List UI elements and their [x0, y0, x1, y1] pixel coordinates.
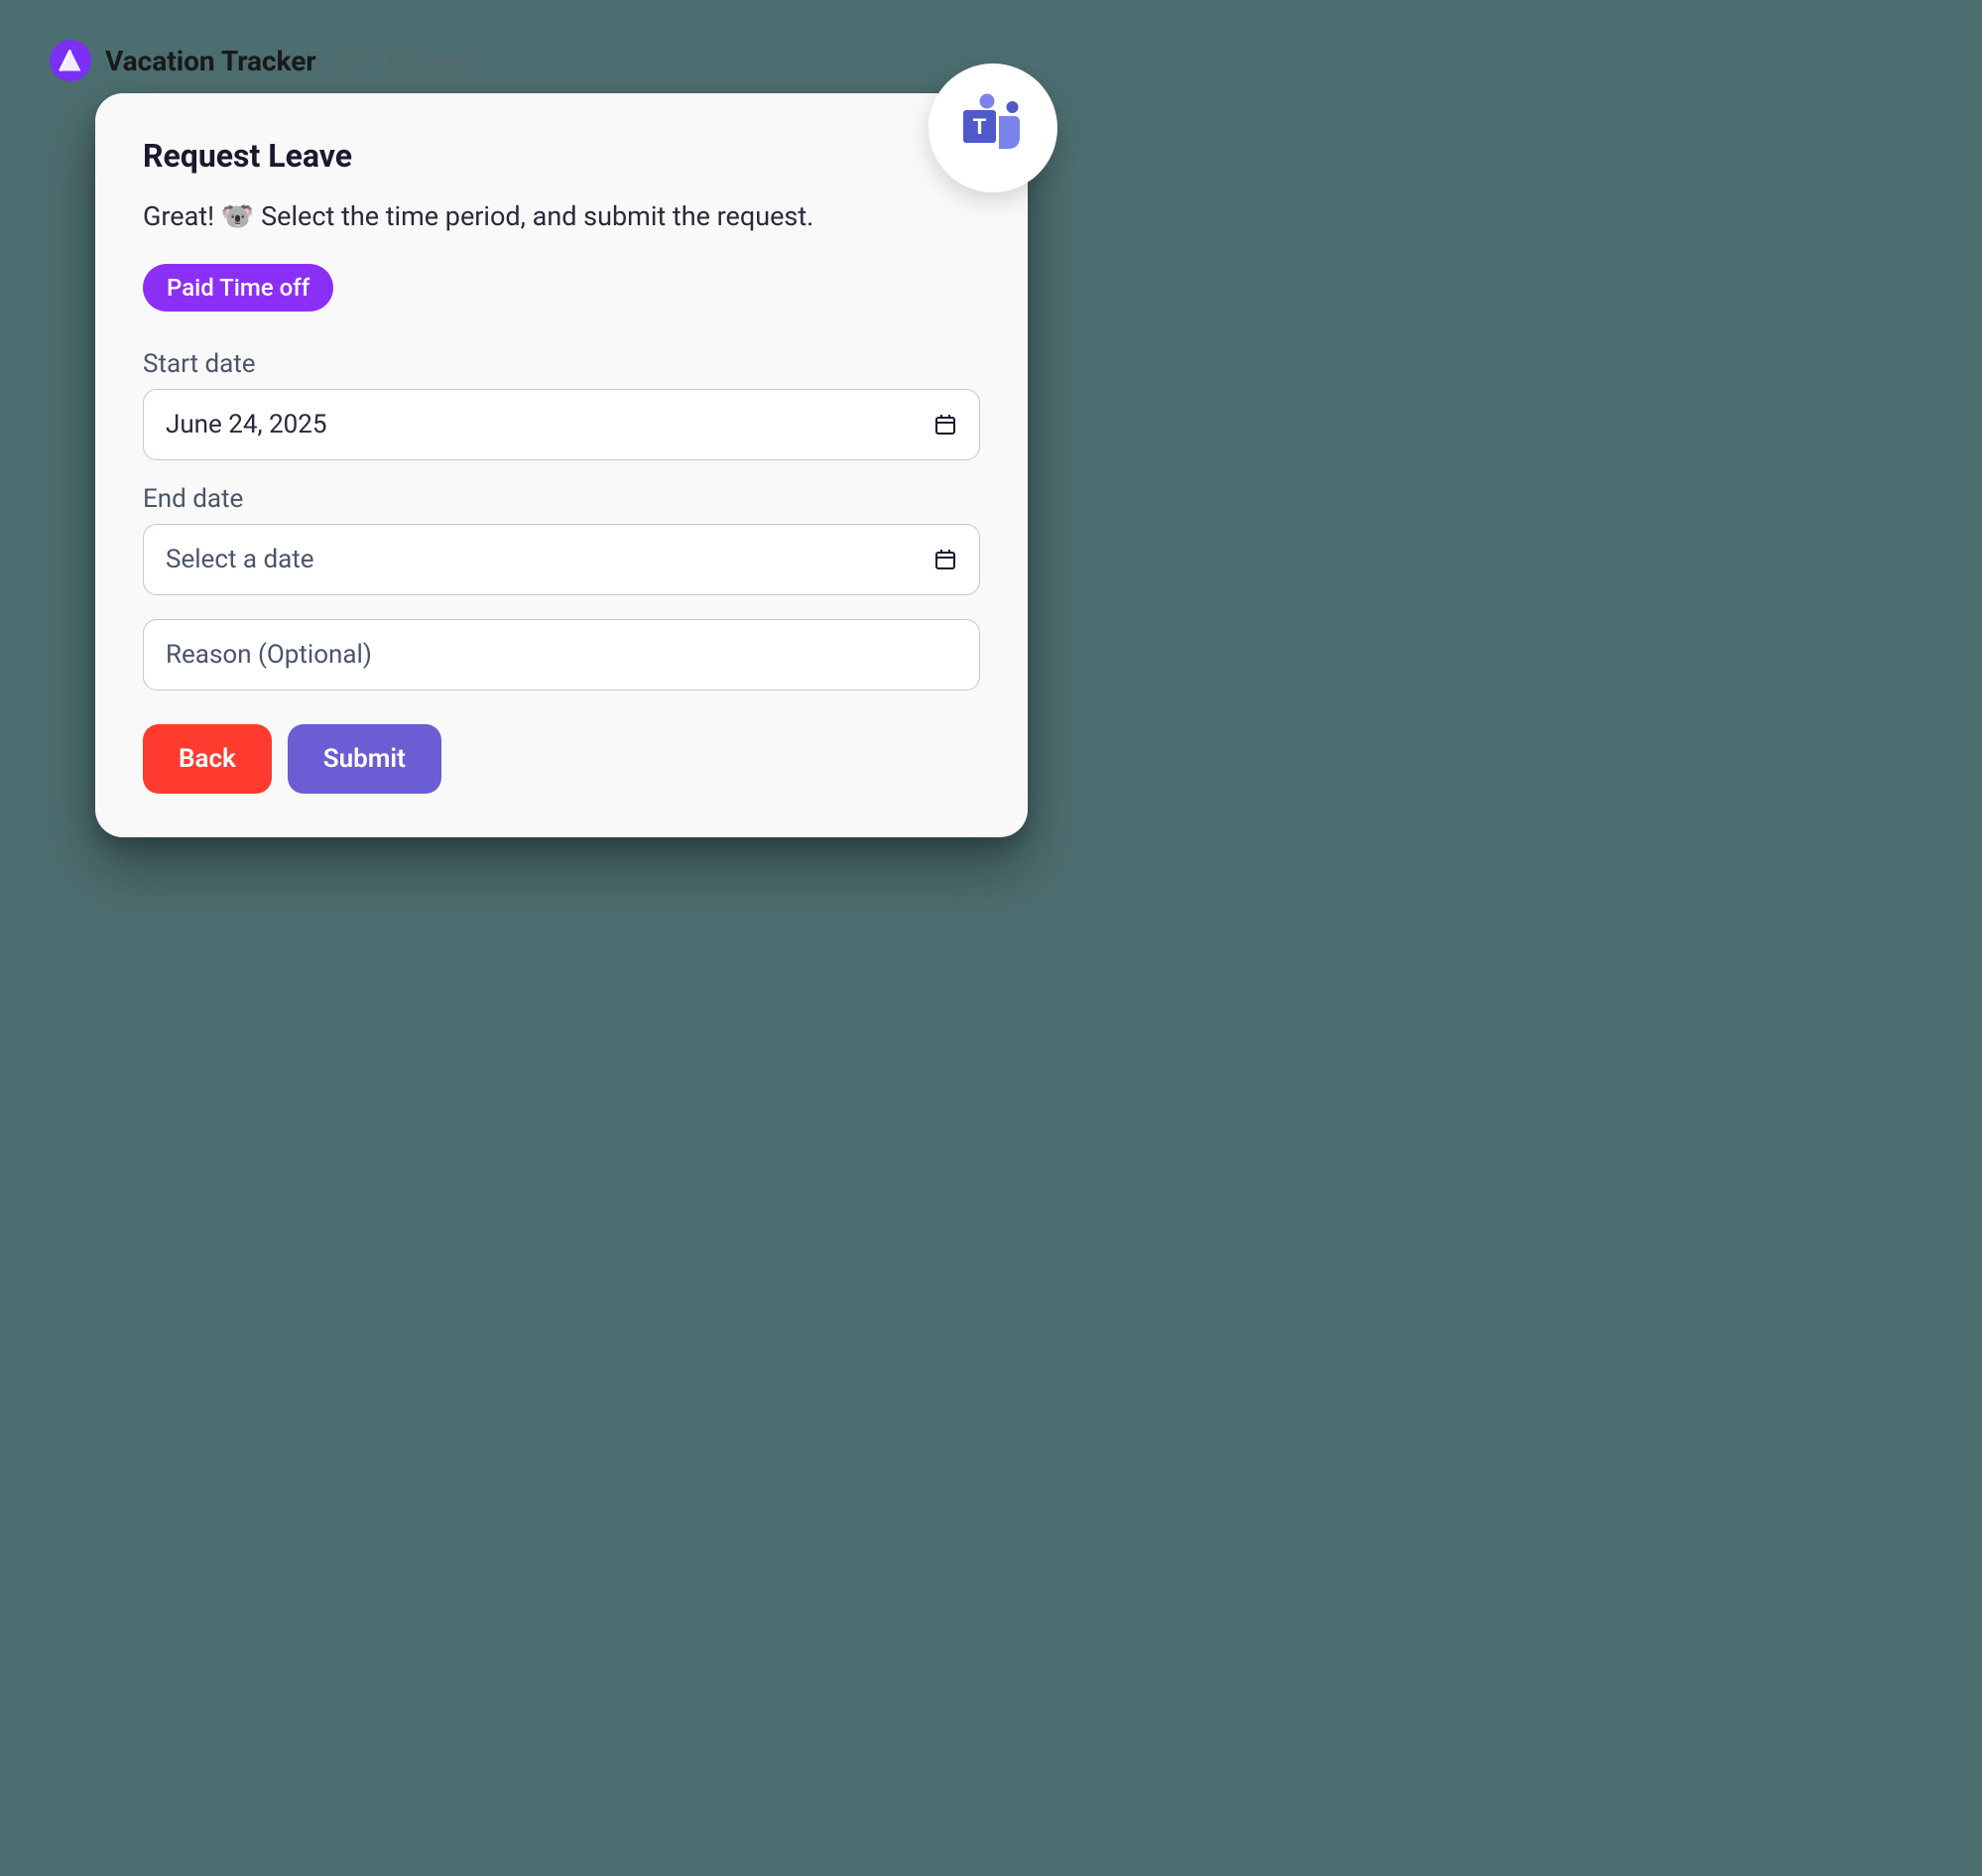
- end-date-placeholder: Select a date: [166, 545, 314, 574]
- submit-button[interactable]: Submit: [288, 724, 441, 794]
- back-button[interactable]: Back: [143, 724, 272, 794]
- svg-text:T: T: [973, 114, 987, 139]
- leave-type-pill: Paid Time off: [143, 264, 333, 312]
- teams-badge: T: [929, 63, 1057, 192]
- reason-input[interactable]: [143, 619, 980, 690]
- start-date-field[interactable]: June 24, 2025: [143, 389, 980, 460]
- app-avatar: [50, 40, 91, 81]
- start-date-label: Start date: [143, 349, 980, 379]
- card-subtitle: Great! 🐨 Select the time period, and sub…: [143, 198, 980, 236]
- start-date-value: June 24, 2025: [166, 410, 327, 439]
- request-leave-card: T Request Leave Great! 🐨 Select the time…: [95, 93, 1028, 837]
- message-timestamp: 3/9 4:02 pm: [330, 46, 469, 75]
- end-date-label: End date: [143, 484, 980, 514]
- calendar-icon: [933, 548, 957, 571]
- ms-teams-icon: T: [957, 92, 1029, 164]
- vacation-tracker-icon: [57, 47, 84, 74]
- message-header: Vacation Tracker 3/9 4:02 pm: [50, 40, 1059, 81]
- end-date-field[interactable]: Select a date: [143, 524, 980, 595]
- calendar-icon: [933, 413, 957, 437]
- card-title: Request Leave: [143, 137, 980, 175]
- app-name: Vacation Tracker: [105, 45, 316, 77]
- button-row: Back Submit: [143, 724, 980, 794]
